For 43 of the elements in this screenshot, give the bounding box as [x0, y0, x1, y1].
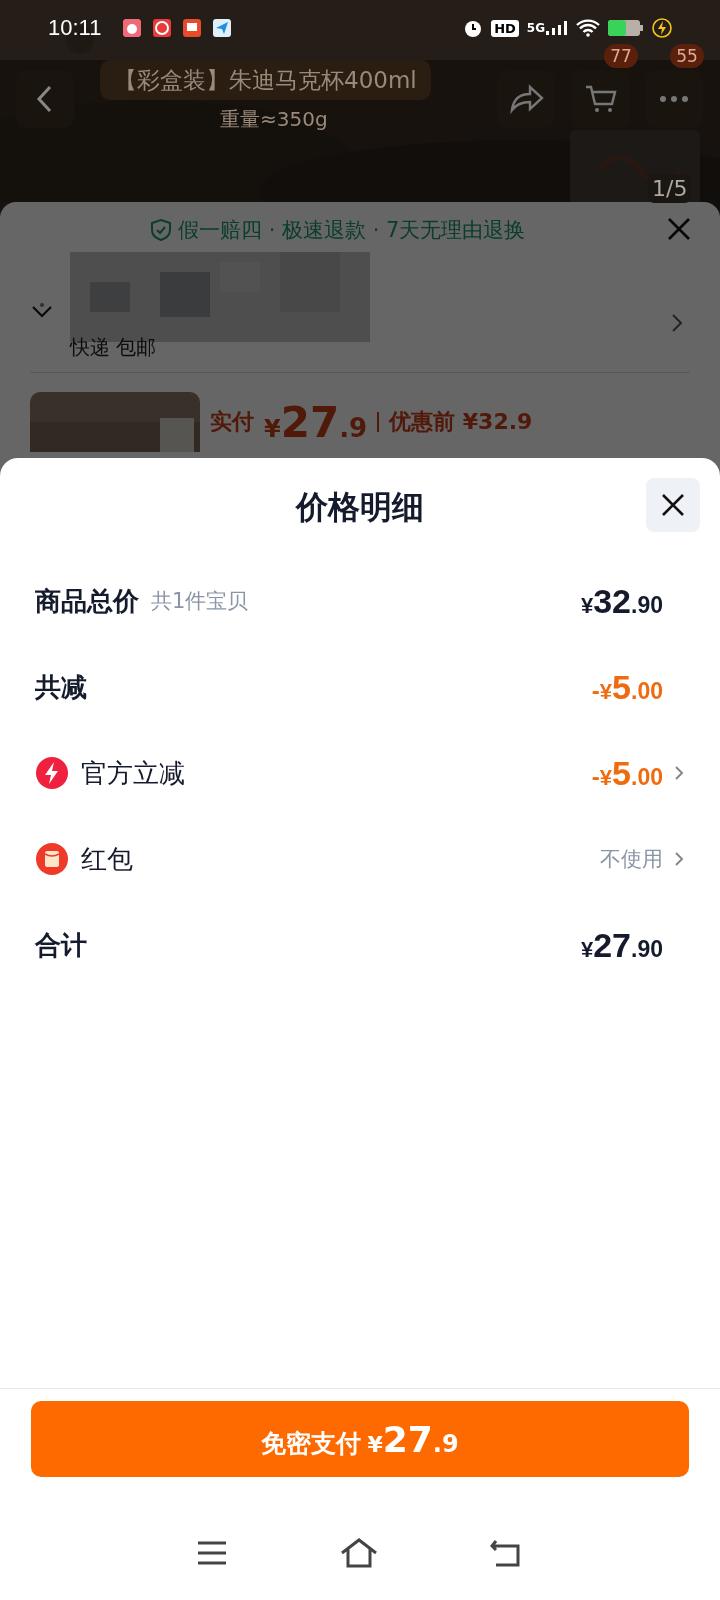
app-notification-icon [123, 19, 142, 37]
close-button[interactable] [646, 478, 700, 532]
close-icon [660, 492, 686, 518]
image-counter: 1/5 [648, 174, 692, 203]
app-notification-icon [153, 19, 172, 37]
row-amount: -¥5.00 [591, 753, 663, 793]
wifi-icon [576, 19, 600, 37]
battery-icon [608, 19, 644, 37]
row-note: 共1件宝贝 [151, 588, 249, 615]
paid-price: ¥27.9 [264, 397, 368, 447]
product-subtitle: 重量≈350g [220, 106, 328, 133]
shield-check-icon [150, 218, 172, 242]
status-time: 10:11 [48, 15, 102, 41]
lightning-icon [35, 756, 69, 790]
alarm-icon [463, 18, 484, 38]
share-icon [508, 84, 544, 114]
product-title: 【彩盒装】朱迪马克杯400ml [100, 60, 431, 100]
signal-icon [546, 21, 568, 35]
app-notification-icon [183, 19, 202, 37]
sheet-title: 价格明细 [296, 487, 424, 528]
close-icon [666, 216, 692, 242]
charging-icon [652, 18, 672, 38]
send-icon [213, 19, 232, 37]
row-label: 官方立减 [81, 756, 185, 790]
guarantee-text: 假一赔四 · 极速退款 · 7天无理由退换 [178, 217, 526, 244]
row-amount: -¥5.00 [591, 667, 663, 707]
pay-button[interactable]: 免密支付 ¥27.9 [31, 1401, 689, 1477]
row-amount: ¥27.90 [580, 925, 663, 965]
chevron-right-icon [670, 312, 684, 334]
shipping-text: 快递 包邮 [70, 334, 157, 361]
more-icon [659, 95, 689, 103]
row-label: 红包 [81, 842, 133, 876]
network-type: 5G [526, 21, 545, 35]
row-label: 共减 [35, 670, 87, 704]
row-label: 商品总价 [35, 584, 139, 618]
cart-icon [584, 84, 618, 114]
home-icon[interactable] [339, 1536, 379, 1569]
row-label: 合计 [35, 928, 87, 962]
envelope-icon [35, 842, 69, 876]
row-value: 不使用 [600, 846, 663, 873]
paid-label: 实付 [210, 408, 254, 436]
before-discount-price: 优惠前 ¥32.9 [389, 408, 533, 436]
row-amount: ¥32.90 [580, 581, 663, 621]
